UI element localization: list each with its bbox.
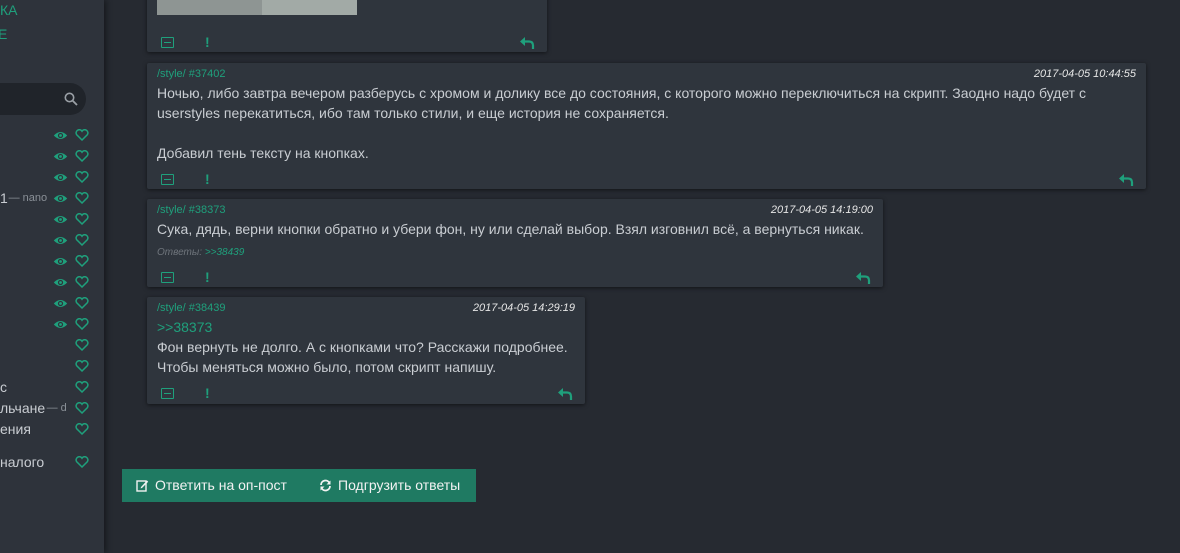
eye-icon[interactable]: [53, 128, 68, 146]
sidebar: КА Е 1 — nano с льчане — d ения налого: [0, 0, 104, 553]
sidebar-board-item[interactable]: [0, 314, 104, 334]
eye-icon[interactable]: [53, 233, 68, 251]
sidebar-board-sub: — d: [46, 402, 67, 414]
hide-post-icon[interactable]: [161, 388, 174, 399]
post-text: Ночью, либо завтра вечером разберусь с х…: [157, 83, 1137, 163]
sidebar-top-link-2[interactable]: Е: [0, 26, 7, 42]
post-date: 2017-04-05 14:19:00: [770, 204, 873, 216]
eye-icon[interactable]: [53, 317, 68, 335]
report-icon[interactable]: !: [205, 270, 210, 284]
reply-icon[interactable]: [855, 271, 871, 285]
hide-post-icon[interactable]: [161, 174, 174, 185]
post: /style/ #38373 2017-04-05 14:19:00 Сука,…: [147, 199, 883, 287]
report-icon[interactable]: !: [205, 386, 210, 400]
post-line: userstyles перекатиться, ибо там только …: [157, 105, 669, 121]
quote-link[interactable]: >>38373: [157, 317, 582, 337]
sidebar-board-item[interactable]: [0, 356, 104, 376]
report-icon[interactable]: !: [205, 35, 210, 49]
post-meta-link[interactable]: /style/ #38439: [157, 302, 226, 314]
search-icon[interactable]: [64, 92, 78, 106]
post: /style/ #38439 2017-04-05 14:29:19 >>383…: [147, 297, 585, 404]
post-date: 2017-04-05 10:44:55: [1033, 68, 1136, 80]
post-line: Добавил тень тексту на кнопках.: [157, 145, 369, 161]
sidebar-search-input[interactable]: [0, 83, 86, 115]
heart-icon[interactable]: [75, 296, 89, 314]
sidebar-board-item[interactable]: [0, 209, 104, 229]
sidebar-board-item[interactable]: 1 — nano: [0, 188, 104, 208]
sidebar-board-item[interactable]: [0, 272, 104, 292]
heart-icon[interactable]: [75, 317, 89, 335]
eye-icon[interactable]: [53, 275, 68, 293]
reply-op-label: Ответить на оп-пост: [155, 477, 287, 493]
post-thumbnail[interactable]: [157, 0, 357, 15]
heart-icon[interactable]: [75, 233, 89, 251]
reply-link[interactable]: >>38439: [205, 247, 245, 258]
sidebar-board-item[interactable]: [0, 125, 104, 145]
sidebar-board-item[interactable]: [0, 293, 104, 313]
hide-post-icon[interactable]: [161, 272, 174, 283]
post-partial: !: [147, 0, 547, 52]
thread-actions: Ответить на оп-пост Подгрузить ответы: [122, 469, 476, 502]
heart-icon[interactable]: [75, 254, 89, 272]
heart-icon[interactable]: [75, 359, 89, 377]
heart-icon[interactable]: [75, 212, 89, 230]
sidebar-board-label: льчане: [0, 400, 46, 416]
sidebar-board-label: налого: [0, 454, 45, 470]
post-line: Ночью, либо завтра вечером разберусь с х…: [157, 85, 1086, 101]
heart-icon[interactable]: [75, 128, 89, 146]
load-replies-button[interactable]: Подгрузить ответы: [319, 469, 460, 502]
eye-icon[interactable]: [53, 296, 68, 314]
replies-label: Ответы:: [157, 247, 203, 258]
sidebar-board-item[interactable]: [0, 167, 104, 187]
post-line: Фон вернуть не долго. А с кнопками что? …: [157, 339, 568, 355]
post-date: 2017-04-05 14:29:19: [472, 302, 575, 314]
reply-icon[interactable]: [557, 387, 573, 401]
heart-icon[interactable]: [75, 338, 89, 356]
eye-icon[interactable]: [53, 254, 68, 272]
sidebar-board-item[interactable]: [0, 335, 104, 355]
sidebar-board-item[interactable]: налого: [0, 452, 104, 472]
heart-icon[interactable]: [75, 149, 89, 167]
post-meta-link[interactable]: /style/ #38373: [157, 204, 226, 216]
heart-icon[interactable]: [75, 170, 89, 188]
sidebar-board-item[interactable]: [0, 146, 104, 166]
report-icon[interactable]: !: [205, 172, 210, 186]
reply-icon[interactable]: [1118, 173, 1134, 187]
sidebar-board-label: 1: [0, 190, 8, 206]
reply-op-button[interactable]: Ответить на оп-пост: [136, 469, 287, 502]
post-line: Сука, дядь, верни кнопки обратно и убери…: [157, 221, 864, 237]
heart-icon[interactable]: [75, 380, 89, 398]
eye-icon[interactable]: [53, 191, 68, 209]
sidebar-board-item[interactable]: с: [0, 377, 104, 397]
sidebar-board-label: ения: [0, 421, 31, 437]
sidebar-board-item[interactable]: льчане — d: [0, 398, 104, 418]
refresh-icon: [320, 479, 331, 492]
heart-icon[interactable]: [75, 191, 89, 209]
heart-icon[interactable]: [75, 401, 89, 419]
eye-icon[interactable]: [53, 170, 68, 188]
post-line: Чтобы меняться можно было, потом скрипт …: [157, 359, 497, 375]
heart-icon[interactable]: [75, 275, 89, 293]
load-replies-label: Подгрузить ответы: [338, 477, 461, 493]
sidebar-board-item[interactable]: [0, 230, 104, 250]
post: /style/ #37402 2017-04-05 10:44:55 Ночью…: [147, 63, 1146, 189]
heart-icon[interactable]: [75, 455, 89, 473]
eye-icon[interactable]: [53, 212, 68, 230]
sidebar-board-label: с: [0, 379, 7, 395]
eye-icon[interactable]: [53, 149, 68, 167]
post-replies: Ответы: >>38439: [157, 247, 244, 258]
sidebar-board-item[interactable]: ения: [0, 419, 104, 439]
post-text: Сука, дядь, верни кнопки обратно и убери…: [157, 219, 877, 239]
post-text: >>38373 Фон вернуть не долго. А с кнопка…: [157, 317, 582, 377]
sidebar-board-sub: — nano: [8, 192, 48, 204]
heart-icon[interactable]: [75, 422, 89, 440]
sidebar-top-link[interactable]: КА: [0, 2, 18, 18]
reply-icon[interactable]: [519, 36, 535, 50]
post-meta-link[interactable]: /style/ #37402: [157, 68, 226, 80]
edit-icon: [136, 480, 149, 492]
sidebar-board-item[interactable]: [0, 251, 104, 271]
hide-post-icon[interactable]: [161, 37, 174, 48]
